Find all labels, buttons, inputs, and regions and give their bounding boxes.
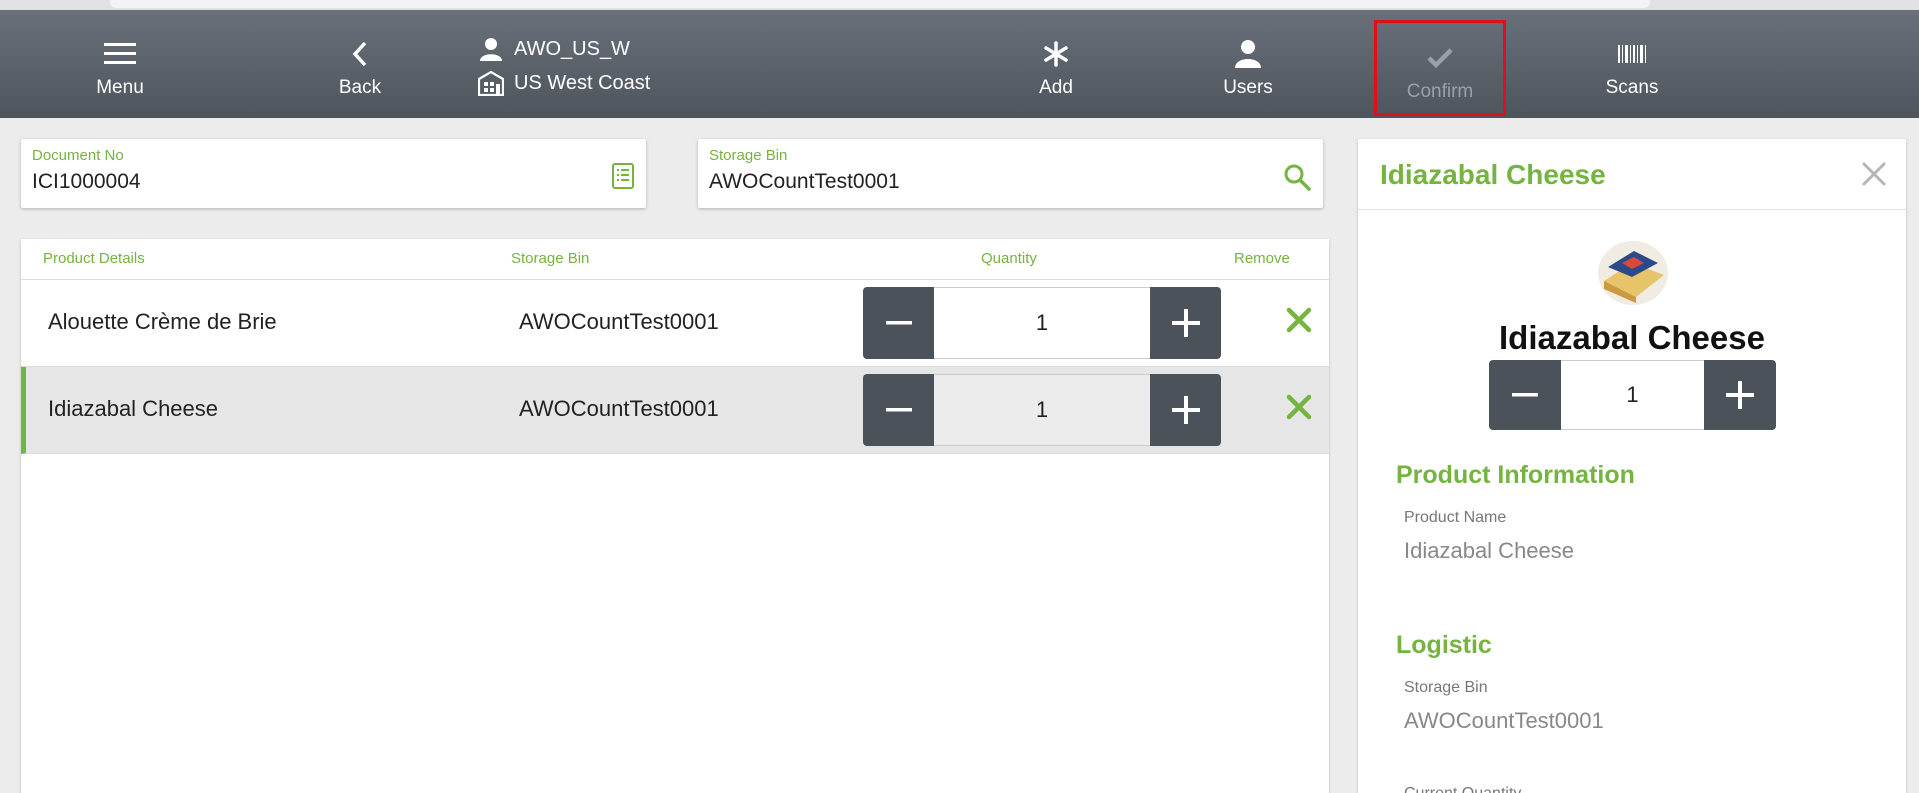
decrement-button[interactable] bbox=[863, 374, 934, 446]
table-header: Product Details Storage Bin Quantity Rem… bbox=[21, 239, 1329, 280]
storage-bin-value: AWOCountTest0001 bbox=[709, 170, 900, 193]
menu-icon bbox=[104, 37, 136, 71]
menu-label: Menu bbox=[96, 77, 144, 98]
increment-button[interactable] bbox=[1150, 287, 1221, 359]
table-row[interactable]: Idiazabal Cheese AWOCountTest0001 1 bbox=[21, 367, 1329, 454]
product-image bbox=[1598, 241, 1668, 305]
row-product-name: Alouette Crème de Brie bbox=[48, 309, 277, 334]
plus-icon bbox=[1171, 396, 1200, 424]
add-label: Add bbox=[1039, 77, 1073, 98]
current-quantity-label: Current Quantity bbox=[1404, 785, 1521, 793]
user-icon bbox=[480, 38, 502, 61]
user-name: AWO_US_W bbox=[514, 37, 630, 60]
quantity-input[interactable]: 1 bbox=[934, 287, 1150, 359]
toolbar: Menu Back AWO_US_W US West Coast Add Use… bbox=[0, 10, 1919, 118]
row-storage-bin: AWOCountTest0001 bbox=[519, 396, 719, 421]
document-list-icon[interactable] bbox=[612, 163, 634, 194]
increment-button[interactable] bbox=[1150, 374, 1221, 446]
search-icon[interactable] bbox=[1283, 163, 1311, 196]
add-button[interactable]: Add bbox=[976, 10, 1136, 118]
product-detail-panel: Idiazabal Cheese Idiazabal Cheese 1 Prod… bbox=[1358, 139, 1906, 793]
menu-button[interactable]: Menu bbox=[40, 10, 200, 118]
confirm-label: Confirm bbox=[1406, 81, 1474, 102]
panel-title: Idiazabal Cheese bbox=[1380, 159, 1606, 190]
scans-button[interactable]: Scans bbox=[1552, 10, 1712, 118]
user-icon bbox=[1234, 37, 1262, 71]
storage-bin-detail-value: AWOCountTest0001 bbox=[1404, 708, 1604, 733]
increment-button[interactable] bbox=[1704, 360, 1776, 430]
quantity-input[interactable]: 1 bbox=[934, 374, 1150, 446]
table-row[interactable]: Alouette Crème de Brie AWOCountTest0001 … bbox=[21, 280, 1329, 367]
quantity-stepper: 1 bbox=[863, 374, 1221, 446]
close-panel-button[interactable] bbox=[1861, 161, 1887, 192]
panel-quantity-stepper: 1 bbox=[1489, 360, 1776, 430]
product-name-value: Idiazabal Cheese bbox=[1404, 538, 1575, 563]
header-product: Product Details bbox=[43, 250, 145, 267]
asterisk-icon bbox=[1042, 37, 1070, 71]
storage-bin-field[interactable]: Storage Bin AWOCountTest0001 bbox=[698, 139, 1323, 208]
product-information-title: Product Information bbox=[1396, 461, 1635, 489]
document-no-value: ICI1000004 bbox=[32, 170, 141, 193]
header-remove: Remove bbox=[1234, 250, 1290, 267]
chevron-left-icon bbox=[351, 37, 369, 71]
back-label: Back bbox=[338, 77, 382, 98]
close-icon bbox=[1286, 307, 1312, 333]
browser-strip bbox=[0, 0, 1919, 10]
quantity-input[interactable]: 1 bbox=[1561, 360, 1704, 430]
quantity-stepper: 1 bbox=[863, 287, 1221, 359]
product-name: Idiazabal Cheese bbox=[1499, 319, 1765, 356]
panel-divider bbox=[1358, 209, 1906, 210]
decrement-button[interactable] bbox=[863, 287, 934, 359]
decrement-button[interactable] bbox=[1489, 360, 1561, 430]
header-quantity: Quantity bbox=[981, 250, 1037, 267]
warehouse-name: US West Coast bbox=[514, 71, 651, 94]
header-storage-bin: Storage Bin bbox=[511, 250, 590, 267]
plus-icon bbox=[1726, 381, 1754, 409]
minus-icon bbox=[885, 408, 912, 412]
users-label: Users bbox=[1223, 77, 1273, 98]
confirm-button[interactable]: Confirm bbox=[1374, 20, 1506, 116]
minus-icon bbox=[885, 321, 912, 325]
row-storage-bin: AWOCountTest0001 bbox=[519, 309, 719, 334]
product-name-label: Product Name bbox=[1404, 509, 1507, 526]
org-info: AWO_US_W US West Coast bbox=[478, 32, 650, 100]
address-bar[interactable] bbox=[110, 0, 1650, 8]
remove-button[interactable] bbox=[1285, 306, 1313, 340]
warehouse-icon bbox=[478, 70, 504, 96]
close-icon bbox=[1286, 394, 1312, 420]
barcode-icon bbox=[1618, 37, 1646, 71]
scans-label: Scans bbox=[1605, 77, 1659, 98]
storage-bin-label: Storage Bin bbox=[709, 147, 788, 164]
plus-icon bbox=[1171, 309, 1200, 337]
minus-icon bbox=[1512, 393, 1538, 397]
users-button[interactable]: Users bbox=[1168, 10, 1328, 118]
storage-bin-detail-label: Storage Bin bbox=[1404, 679, 1488, 696]
row-product-name: Idiazabal Cheese bbox=[48, 396, 219, 421]
logistic-title: Logistic bbox=[1396, 631, 1492, 659]
close-icon bbox=[1862, 162, 1886, 186]
remove-button[interactable] bbox=[1285, 393, 1313, 427]
document-no-label: Document No bbox=[32, 147, 124, 164]
back-button[interactable]: Back bbox=[280, 10, 440, 118]
products-table: Product Details Storage Bin Quantity Rem… bbox=[21, 239, 1329, 793]
check-icon bbox=[1427, 41, 1453, 75]
document-no-field[interactable]: Document No ICI1000004 bbox=[21, 139, 646, 208]
